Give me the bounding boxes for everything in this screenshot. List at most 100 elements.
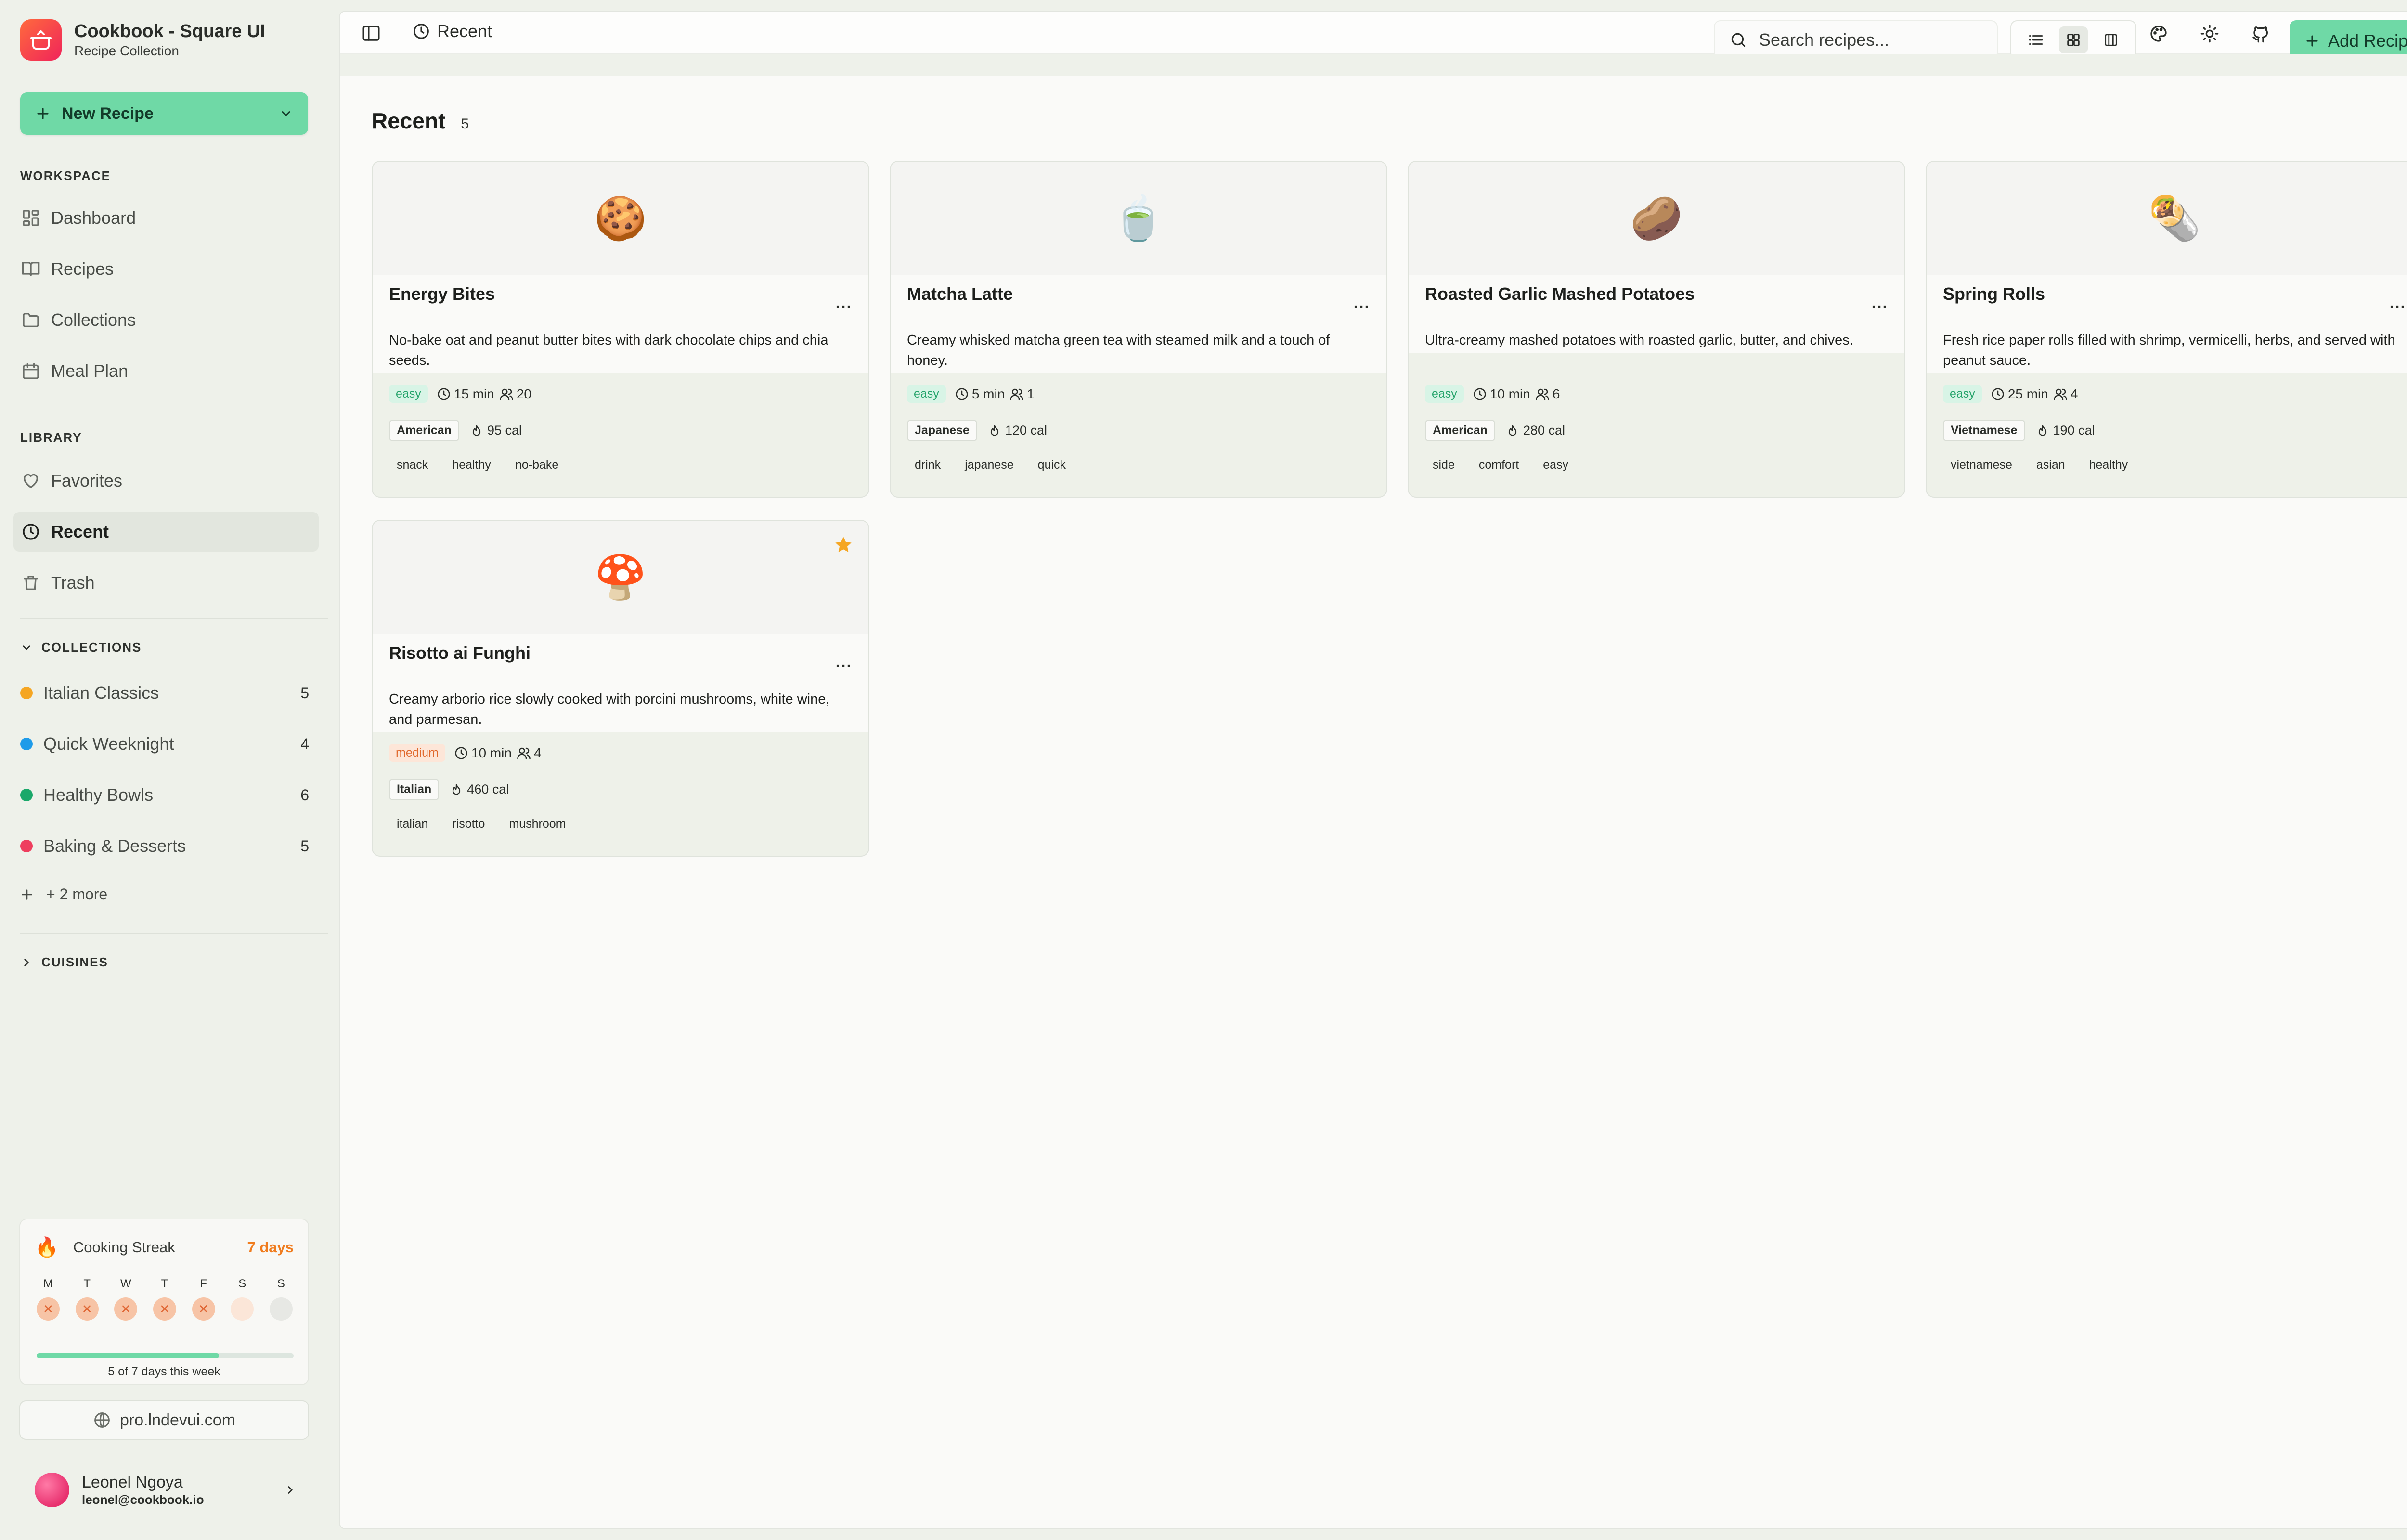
tag[interactable]: comfort — [1469, 454, 1528, 476]
topbar: Recent Search recipes... Add Reci — [340, 12, 2407, 62]
star-icon[interactable] — [834, 535, 853, 554]
recipe-card-roasted-garlic-mashed-potatoes[interactable]: 🥔 Roasted Garlic Mashed Potatoes ... Ult… — [1408, 161, 1905, 498]
tag[interactable]: mushroom — [499, 813, 575, 835]
more-collections-button[interactable]: + 2 more — [20, 886, 107, 903]
collection-color-dot — [20, 840, 33, 852]
list-icon — [2029, 35, 2043, 45]
users-icon — [1010, 388, 1024, 400]
difficulty-badge: easy — [1943, 385, 1982, 403]
collections-toggle[interactable]: COLLECTIONS — [20, 640, 142, 655]
workspace-section-label: WORKSPACE — [20, 168, 111, 183]
tag[interactable]: asian — [2027, 454, 2075, 476]
tag[interactable]: risotto — [442, 813, 494, 835]
list-view-button[interactable] — [2021, 26, 2050, 53]
recipe-calories: 460 cal — [467, 782, 509, 796]
tag[interactable]: no-bake — [505, 454, 568, 476]
new-recipe-button[interactable]: New Recipe — [20, 92, 308, 135]
theme-palette-button[interactable] — [2148, 23, 2169, 44]
tag[interactable]: vietnamese — [1941, 454, 2022, 476]
more-options-icon[interactable]: ... — [2390, 294, 2406, 312]
github-button[interactable] — [2250, 23, 2271, 44]
tag[interactable]: quick — [1028, 454, 1075, 476]
tag[interactable]: healthy — [442, 454, 501, 476]
recipe-card-spring-rolls[interactable]: 🌯 Spring Rolls ... Fresh rice paper roll… — [1926, 161, 2407, 498]
collection-item-baking-desserts[interactable]: Baking & Desserts 5 — [20, 832, 309, 860]
chevron-down-icon[interactable] — [279, 107, 293, 120]
cooked-day-icon: ✕ — [192, 1297, 215, 1321]
recipe-count: 5 — [461, 116, 469, 132]
tag[interactable]: side — [1423, 454, 1464, 476]
difficulty-badge: medium — [389, 744, 445, 762]
cuisine-badge: American — [1425, 420, 1495, 441]
new-recipe-label: New Recipe — [62, 104, 154, 123]
cooking-streak-card: 🔥 Cooking Streak 7 days M ✕ T ✕ W ✕ T ✕ F ✕ S… — [19, 1219, 309, 1385]
recipe-title: Risotto ai Funghi — [389, 643, 531, 663]
recipe-calories: 120 cal — [1005, 423, 1048, 437]
recipe-meta: easy 15 min 20 — [389, 385, 536, 403]
theme-toggle-button[interactable] — [2199, 23, 2220, 44]
day-letter: S — [277, 1277, 285, 1290]
app-subtitle: Recipe Collection — [74, 43, 179, 58]
recipe-meta: easy 10 min 6 — [1425, 385, 1565, 403]
mushroom-icon: 🍄 — [373, 521, 868, 634]
streak-label: Cooking Streak — [73, 1238, 175, 1256]
recipe-calories: 95 cal — [487, 423, 522, 437]
recipe-meta: easy 25 min 4 — [1943, 385, 2083, 403]
sidebar-toggle-icon[interactable] — [361, 23, 381, 43]
sidebar-item-label: Recipes — [51, 259, 114, 279]
day-letter: W — [120, 1277, 131, 1290]
collection-count: 4 — [300, 735, 309, 753]
tag[interactable]: japanese — [955, 454, 1023, 476]
palette-icon — [2150, 26, 2167, 42]
collection-item-quick-weeknight[interactable]: Quick Weeknight 4 — [20, 730, 309, 758]
collection-label: Baking & Desserts — [43, 836, 186, 856]
pro-link[interactable]: pro.lndevui.com — [19, 1400, 309, 1440]
clock-icon — [1474, 388, 1486, 400]
tag[interactable]: italian — [387, 813, 438, 835]
recipe-card-energy-bites[interactable]: 🍪 Energy Bites ... No-bake oat and peanu… — [372, 161, 869, 498]
clock-icon — [956, 388, 968, 400]
recipe-info: American 95 cal — [389, 420, 522, 441]
day-letter: F — [200, 1277, 207, 1290]
recipe-tags: drink japanese quick — [905, 454, 1080, 476]
tag[interactable]: drink — [905, 454, 950, 476]
sidebar-item-recent[interactable]: Recent — [13, 512, 319, 552]
difficulty-badge: easy — [389, 385, 428, 403]
more-options-icon[interactable]: ... — [836, 653, 852, 671]
recipe-card-matcha-latte[interactable]: 🍵 Matcha Latte ... Creamy whisked matcha… — [890, 161, 1387, 498]
recipe-time: 25 min — [2007, 386, 2048, 401]
recipe-time: 10 min — [1489, 386, 1530, 401]
sidebar-item-dashboard[interactable]: Dashboard — [13, 198, 319, 238]
tag[interactable]: easy — [1533, 454, 1578, 476]
clock-icon — [455, 747, 467, 759]
cuisines-toggle[interactable]: CUISINES — [20, 955, 108, 970]
collection-count: 5 — [300, 684, 309, 702]
sidebar-item-meal-plan[interactable]: Meal Plan — [13, 351, 319, 391]
recipe-card-risotto-ai-funghi[interactable]: 🍄 Risotto ai Funghi ... Creamy arborio r… — [372, 520, 869, 857]
more-options-icon[interactable]: ... — [836, 294, 852, 312]
breadcrumb-label: Recent — [437, 21, 492, 41]
collection-item-healthy-bowls[interactable]: Healthy Bowls 6 — [20, 781, 309, 809]
clock-icon — [1992, 388, 2004, 400]
dashboard-icon — [23, 210, 39, 226]
clock-icon — [23, 524, 39, 540]
more-options-icon[interactable]: ... — [1872, 294, 1888, 312]
recipe-calories: 280 cal — [1523, 423, 1566, 437]
sidebar-item-recipes[interactable]: Recipes — [13, 249, 319, 289]
sidebar-item-label: Dashboard — [51, 208, 136, 228]
collection-color-dot — [20, 687, 33, 699]
sidebar-item-trash[interactable]: Trash — [13, 563, 319, 603]
user-email: leonel@cookbook.io — [82, 1492, 204, 1507]
grid-view-button[interactable] — [2059, 26, 2088, 53]
more-options-icon[interactable]: ... — [1354, 294, 1370, 312]
sidebar-item-collections[interactable]: Collections — [13, 300, 319, 340]
tag[interactable]: snack — [387, 454, 438, 476]
brand[interactable]: Cookbook - Square UI Recipe Collection — [20, 19, 265, 61]
collection-item-italian-classics[interactable]: Italian Classics 5 — [20, 679, 309, 707]
user-menu[interactable]: Leonel Ngoya leonel@cookbook.io — [19, 1461, 309, 1519]
tag[interactable]: healthy — [2080, 454, 2138, 476]
users-icon — [1536, 388, 1549, 400]
cooked-day-icon: ✕ — [153, 1297, 176, 1321]
sidebar-item-favorites[interactable]: Favorites — [13, 461, 319, 500]
columns-view-button[interactable] — [2096, 26, 2125, 53]
